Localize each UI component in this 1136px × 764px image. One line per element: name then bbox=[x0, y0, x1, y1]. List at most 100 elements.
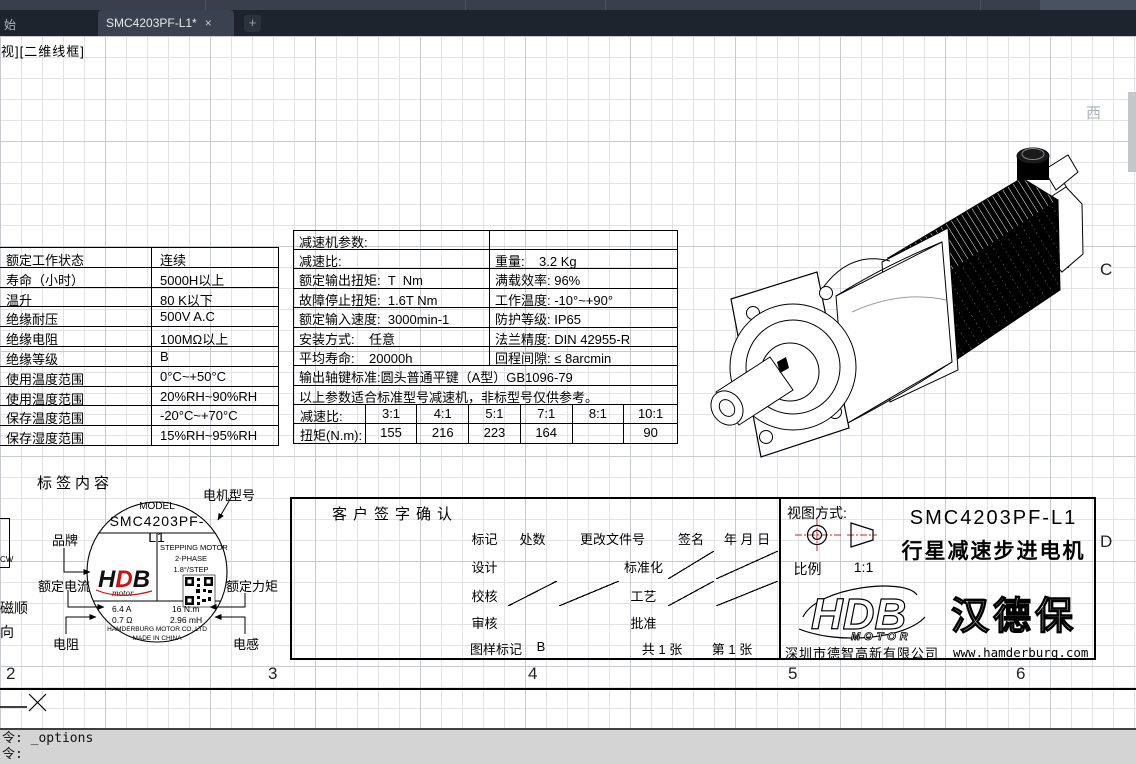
torque-cell: 90 bbox=[643, 425, 658, 441]
hdb-logo-small: HDB motor bbox=[95, 566, 153, 598]
nameplate-spec3: 1.8°/STEP bbox=[173, 565, 209, 574]
ribbon-separator bbox=[980, 0, 981, 10]
nameplate-current: 6.4 A bbox=[112, 604, 132, 614]
nameplate-maker: HAMDERBURG MOTOR CO.,LTD bbox=[107, 626, 207, 633]
table-row: 绝缘耐压 500V A.C bbox=[0, 307, 279, 328]
spec-table: 额定工作状态 连续 寿命（小时） 5000H以上 温升 80 K以下 绝缘耐压 500V… bbox=[0, 247, 279, 446]
ratio-cell: 5:1 bbox=[469, 404, 521, 424]
nameplate-spec2: 2-PHASE bbox=[174, 554, 208, 563]
row-label: 批准 bbox=[630, 616, 657, 631]
table-row: 输出轴键标准:圆头普通平键（A型）GB1096-79 bbox=[293, 366, 678, 386]
param-cell: 安装方式: 任意 bbox=[294, 327, 490, 346]
command-input-line[interactable]: 令: bbox=[2, 747, 1136, 763]
col-header: 处数 bbox=[519, 532, 546, 547]
table-row: 平均寿命: 20000h 回程间隙: ≤ 8arcmin bbox=[293, 346, 678, 367]
cutoff-mag1: 磁顺 bbox=[0, 600, 28, 616]
title-block: 视图方式: 比例 1:1 SMC4203PF-L1 行星减速步进电机 HDB M… bbox=[781, 497, 1096, 661]
table-row: 使用温度范围 0°C~+50°C bbox=[0, 366, 279, 387]
spec-label: 温升 bbox=[0, 287, 152, 307]
col-header: 标记 bbox=[471, 532, 498, 547]
spec-label: 额定工作状态 bbox=[0, 248, 152, 267]
hdb-logo-outline: HDB MOTOR 汉德保 bbox=[798, 585, 1074, 643]
qr-code bbox=[182, 574, 216, 608]
note-cell: 以上参数适合标准型号减速机，非标型号仅供参考。 bbox=[299, 389, 599, 404]
motor-isometric-drawing bbox=[710, 147, 1084, 458]
tab-document-label: SMC4203PF-L1* bbox=[106, 16, 197, 30]
torque-label: 扭矩(N.m): bbox=[294, 424, 366, 443]
row-label: 校核 bbox=[471, 589, 498, 604]
table-row: 减速机参数: bbox=[293, 231, 678, 250]
spec-value: 5000H以上 bbox=[160, 272, 225, 287]
ratio-row: 减速比: 3:1 4:1 5:1 7:1 8:1 10:1 bbox=[293, 404, 678, 425]
param-cell: 额定输出扭矩: T Nm bbox=[294, 269, 490, 288]
annotation-model: 电机型号 bbox=[203, 488, 256, 503]
col-header: 年 月 日 bbox=[723, 532, 771, 547]
tab-close-icon[interactable]: × bbox=[205, 16, 212, 30]
spec-label: 使用温度范围 bbox=[0, 386, 152, 406]
cutoff-mag2: 向 bbox=[0, 624, 14, 640]
command-history-line: 令: _options bbox=[2, 731, 94, 746]
titleblock-model: SMC4203PF-L1 bbox=[909, 507, 1078, 529]
viewcube-west-face[interactable]: 西 bbox=[1086, 102, 1101, 123]
torque-cell: 223 bbox=[469, 424, 521, 443]
zone-number: 6 bbox=[1016, 664, 1026, 683]
zone-letter-d: D bbox=[1100, 532, 1113, 551]
annotation-current: 额定电流 bbox=[38, 579, 91, 594]
table-row: 绝缘电阻 100MΩ以上 bbox=[0, 327, 279, 347]
ratio-cell: 8:1 bbox=[573, 404, 625, 424]
company-website: www.hamderburg.com bbox=[953, 645, 1089, 660]
spec-label: 保存湿度范围 bbox=[0, 426, 152, 445]
customer-sign-header: 客户签字确认 bbox=[332, 506, 459, 523]
ratio-cell: 3:1 bbox=[366, 404, 418, 424]
ribbon-separator bbox=[605, 0, 606, 10]
note-cell: 输出轴键标准:圆头普通平键（A型）GB1096-79 bbox=[299, 370, 573, 385]
torque-cell: 155 bbox=[366, 424, 418, 443]
param-cell: 额定输入速度: 3000min-1 bbox=[294, 308, 490, 327]
ribbon-bar bbox=[0, 0, 1136, 10]
table-row: 故障停止扭矩: 1.6T Nm 工作温度: -10°~+90° bbox=[293, 288, 678, 309]
param-cell: 重量: 3.2 Kg bbox=[495, 254, 577, 269]
table-row: 温升 80 K以下 bbox=[0, 287, 279, 308]
tab-document[interactable]: SMC4203PF-L1* × bbox=[98, 10, 234, 36]
drawing-mark-label: 图样标记 bbox=[469, 642, 522, 657]
nameplate-torque: 16 N.m bbox=[172, 604, 200, 614]
navigation-bar[interactable] bbox=[1128, 92, 1136, 172]
nameplate-resistance: 0.7 Ω bbox=[112, 615, 133, 625]
ratio-label: 减速比: bbox=[294, 404, 366, 424]
spec-value: B bbox=[160, 348, 169, 364]
nameplate-inductance: 2.96 mH bbox=[170, 615, 203, 625]
param-cell: 故障停止扭矩: 1.6T Nm bbox=[294, 288, 490, 308]
nameplate-origin: MADE IN CHINA bbox=[132, 635, 182, 642]
spec-value: 连续 bbox=[160, 253, 187, 267]
nameplate-model-label: MODEL bbox=[139, 501, 175, 512]
logo-subtext: motor bbox=[112, 588, 134, 598]
nameplate-model: SMC4203PF-L1 bbox=[109, 513, 205, 545]
spec-value: 20%RH~90%RH bbox=[160, 388, 258, 404]
spec-value: 100MΩ以上 bbox=[160, 332, 229, 346]
new-tab-button[interactable]: + bbox=[244, 15, 261, 32]
table-row: 额定输入速度: 3000min-1 防护等级: IP65 bbox=[293, 308, 678, 328]
drawing-canvas[interactable]: 视][二维线框] C D 西 2 3 4 5 6 额定工作状态 连续 寿命（小时）… bbox=[0, 36, 1136, 728]
nameplate-spec1: STEPPING MOTOR bbox=[160, 543, 228, 552]
file-tab-bar: 始 SMC4203PF-L1* × + bbox=[0, 10, 1136, 36]
table-row: 寿命（小时） 5000H以上 bbox=[0, 267, 279, 288]
ratio-cell: 10:1 bbox=[637, 405, 664, 421]
logo-letter: B bbox=[133, 566, 150, 593]
sheet-total: 共 1 张 bbox=[641, 642, 683, 657]
viewport-label[interactable]: 视][二维线框] bbox=[1, 41, 85, 60]
param-cell: 法兰精度: DIN 42955-R bbox=[495, 331, 631, 346]
param-cell: 防护等级: IP65 bbox=[495, 312, 581, 327]
ribbon-highlight bbox=[1040, 0, 1136, 10]
spec-label: 寿命（小时） bbox=[0, 267, 152, 287]
spec-label: 绝缘等级 bbox=[0, 346, 152, 366]
spec-value: 0°C~+50°C bbox=[160, 368, 227, 384]
tab-start[interactable]: 始 bbox=[4, 16, 16, 33]
table-row: 以上参数适合标准型号减速机，非标型号仅供参考。 bbox=[293, 385, 678, 405]
param-cell: 回程间隙: ≤ 8arcmin bbox=[495, 350, 612, 366]
col-header: 更改文件号 bbox=[579, 532, 645, 547]
command-line-window[interactable]: 令: _options 令: bbox=[0, 728, 1136, 764]
table-row: 额定输出扭矩: T Nm 满载效率: 96% bbox=[293, 269, 678, 289]
table-row: 减速比: 重量: 3.2 Kg bbox=[293, 250, 678, 270]
gearbox-title: 减速机参数: bbox=[294, 231, 490, 249]
table-row: 安装方式: 任意 法兰精度: DIN 42955-R bbox=[293, 327, 678, 347]
